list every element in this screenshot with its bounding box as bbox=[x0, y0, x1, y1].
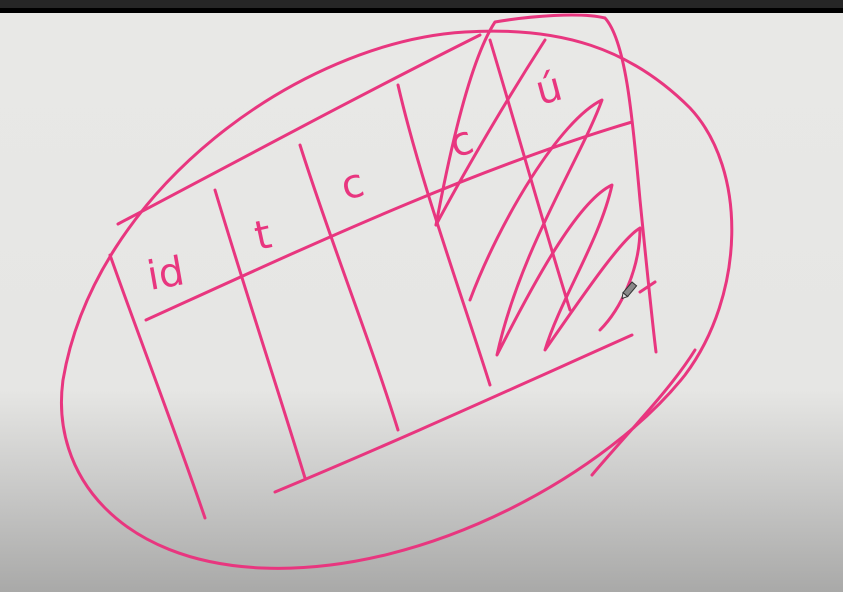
hatch-strokes bbox=[468, 98, 657, 357]
header-bottom-line bbox=[144, 120, 634, 322]
column-line-4 bbox=[396, 83, 492, 387]
sketch-layer: idtccú bbox=[60, 13, 734, 570]
header-label-1: t bbox=[251, 212, 276, 260]
header-label-4: ú bbox=[531, 64, 567, 115]
header-label-0: id bbox=[144, 248, 188, 300]
header-label-2: c bbox=[336, 160, 368, 210]
cross-stroke bbox=[590, 348, 697, 477]
